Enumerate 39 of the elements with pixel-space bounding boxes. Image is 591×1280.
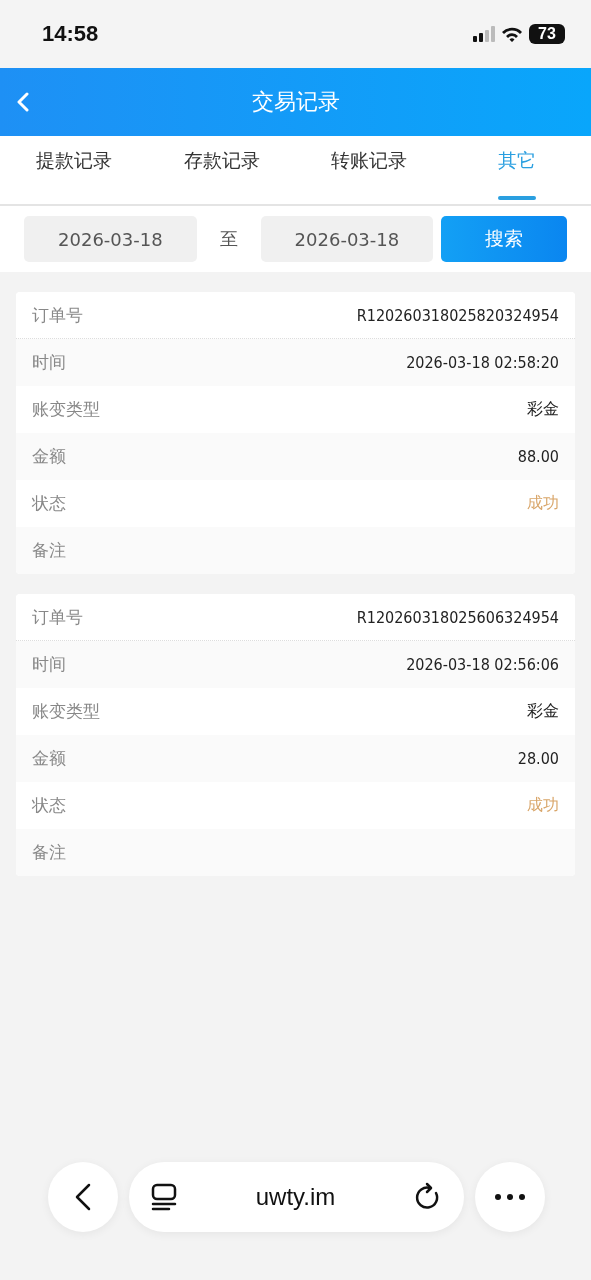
field-value: R120260318025606324954	[356, 607, 559, 627]
wifi-icon	[501, 25, 523, 43]
field-label: 状态	[32, 794, 66, 817]
field-label: 金额	[32, 445, 66, 468]
field-value: 88.00	[517, 447, 559, 466]
status-time: 14:58	[42, 21, 99, 47]
tab[interactable]: 提款记录	[0, 136, 148, 204]
field-value: 2026-03-18 02:58:20	[406, 353, 559, 372]
signal-icon	[473, 26, 495, 42]
page-title: 交易记录	[251, 88, 340, 116]
field-label: 账变类型	[32, 700, 100, 723]
field-label: 订单号	[32, 605, 83, 629]
field-label: 备注	[32, 539, 66, 562]
url-text: uwty.im	[255, 1183, 336, 1211]
field-label: 账变类型	[32, 398, 100, 421]
end-date-field[interactable]: 2026-03-18	[260, 216, 434, 262]
back-icon	[75, 1183, 91, 1211]
address-bar[interactable]: uwty.im	[129, 1162, 464, 1232]
field-value: 彩金	[527, 701, 559, 722]
field-value: 28.00	[517, 749, 559, 768]
battery-indicator: 73	[529, 24, 565, 44]
start-date-field[interactable]: 2026-03-18	[24, 216, 197, 262]
tabs-icon[interactable]	[151, 1183, 177, 1211]
range-separator: 至	[218, 227, 239, 251]
status-value: 成功	[527, 795, 559, 816]
field-label: 时间	[32, 653, 66, 676]
field-label: 备注	[32, 841, 66, 864]
field-value: 彩金	[527, 399, 559, 420]
back-icon[interactable]	[16, 92, 30, 112]
field-label: 状态	[32, 492, 66, 515]
field-value: 2026-03-18 02:56:06	[406, 655, 559, 674]
status-value: 成功	[527, 493, 559, 514]
more-icon	[495, 1194, 525, 1200]
field-label: 时间	[32, 351, 66, 374]
tab[interactable]: 转账记录	[295, 136, 444, 204]
field-label: 订单号	[32, 303, 83, 327]
field-value: R120260318025820324954	[356, 305, 559, 325]
tab[interactable]: 存款记录	[147, 136, 296, 204]
field-label: 金额	[32, 747, 66, 770]
